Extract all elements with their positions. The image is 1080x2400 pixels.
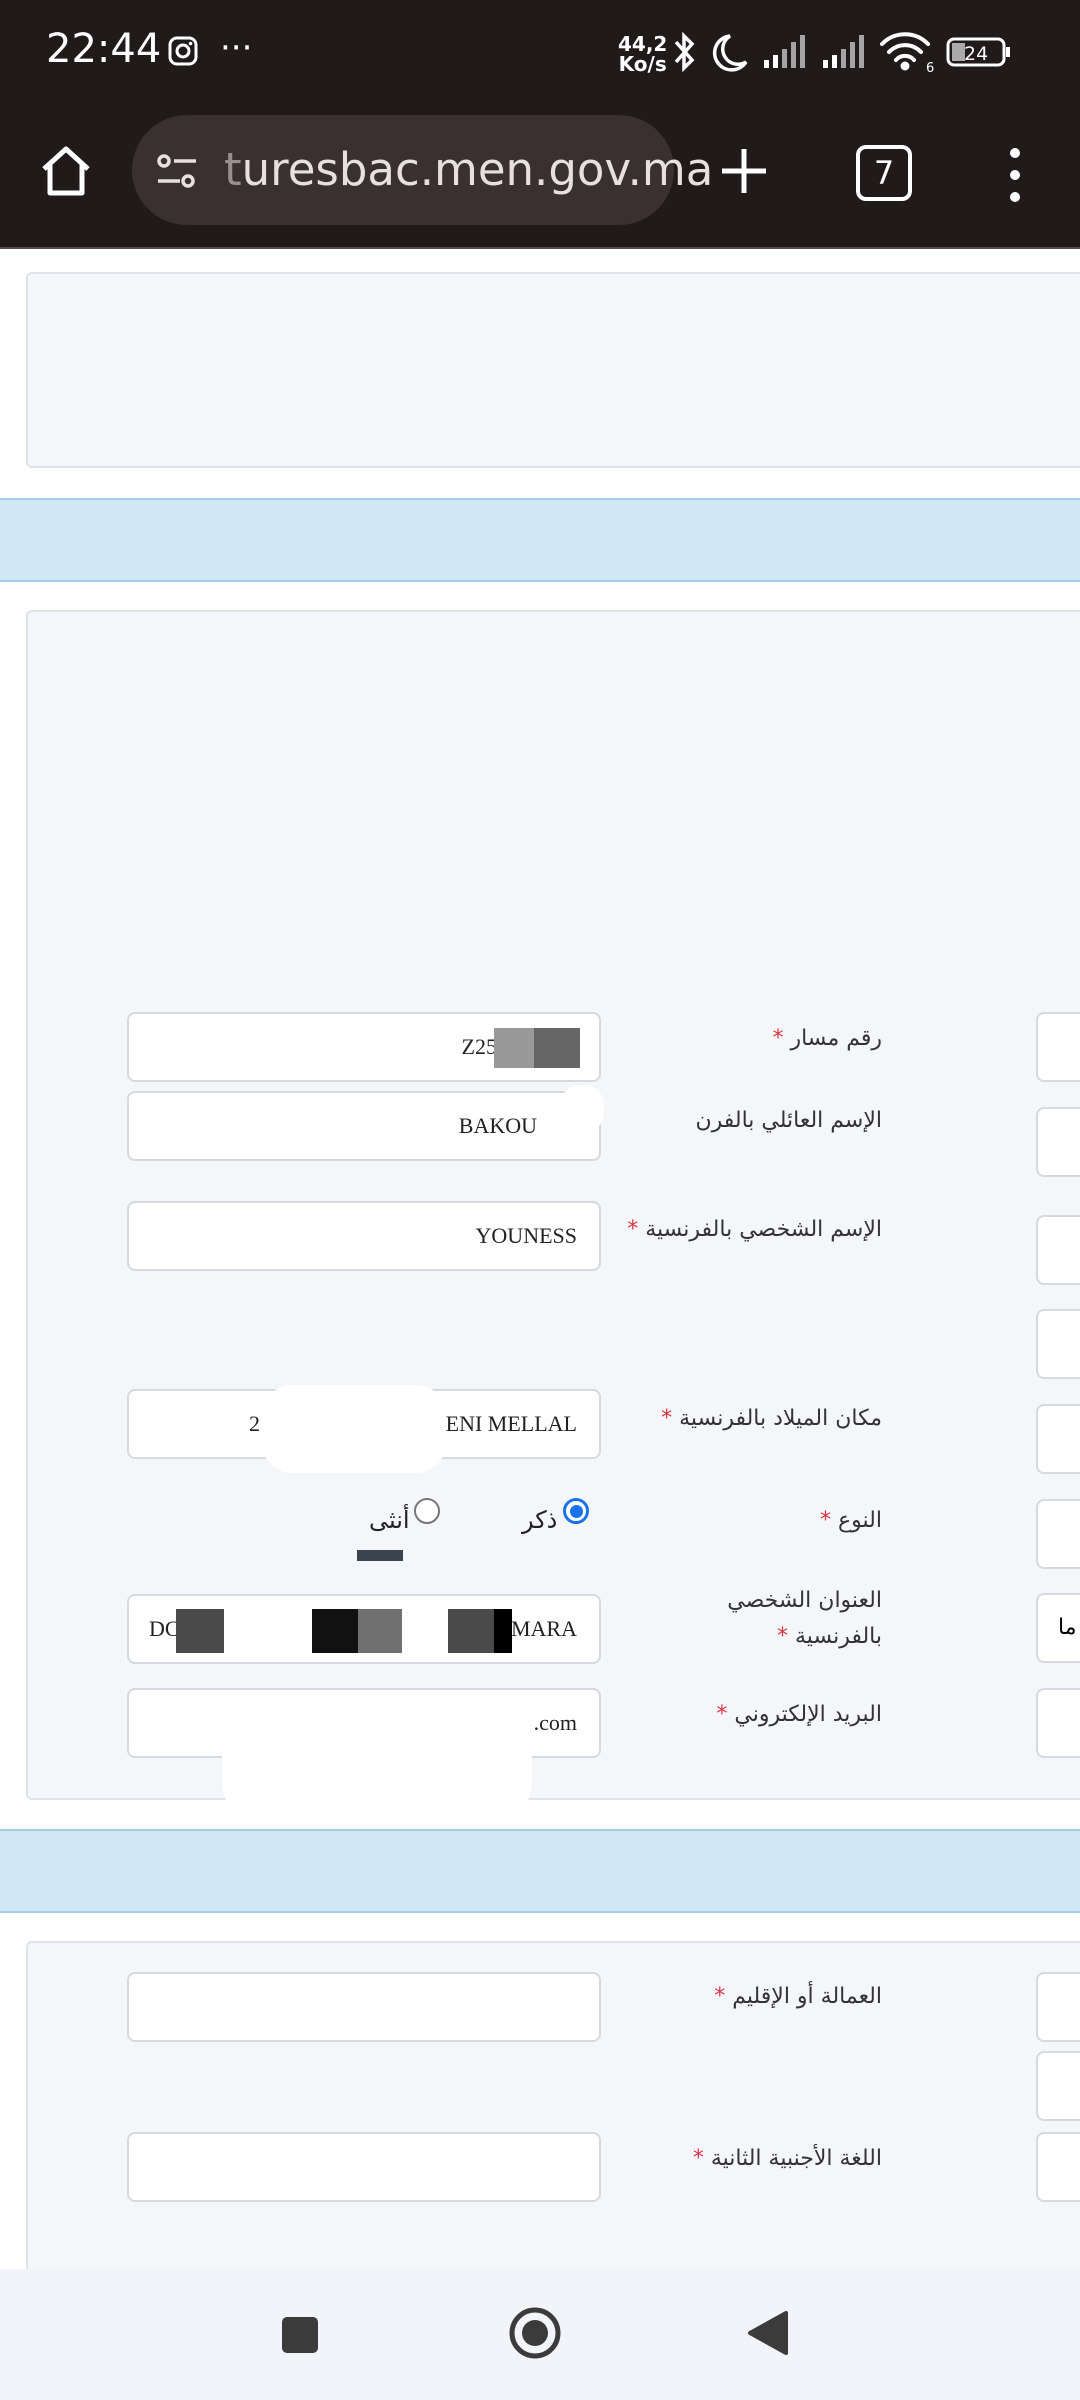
more-menu-icon[interactable] [1000, 145, 1030, 205]
gender-label: النوع * [820, 1508, 882, 1533]
back-nav-icon[interactable] [746, 2309, 790, 2357]
page-content: رقم مسار * Z25 الإسم العائلي بالفرن BAKO… [0, 249, 1080, 2269]
side-input[interactable] [1036, 1688, 1080, 1758]
side-input[interactable] [1036, 2051, 1080, 2121]
redaction-block [494, 1028, 534, 1068]
side-input[interactable] [1036, 2132, 1080, 2202]
province-label: العمالة أو الإقليم * [714, 1984, 882, 2009]
browser-toolbar: turesbac.men.gov.ma 7 [0, 105, 1080, 249]
second-language-label: اللغة الأجنبية الثانية * [692, 2146, 882, 2171]
redaction-blur [560, 1085, 604, 1133]
redaction-block [357, 1550, 403, 1561]
side-input[interactable] [1036, 1972, 1080, 2042]
home-nav-icon[interactable] [508, 2306, 562, 2360]
clock: 22:44 [46, 26, 162, 72]
last-name-input[interactable]: BAKOU [127, 1091, 601, 1161]
home-icon[interactable] [36, 141, 96, 201]
wifi-badge: 6 [926, 61, 934, 74]
redaction-block [534, 1028, 580, 1068]
signal-icon-1 [764, 35, 805, 68]
second-language-input[interactable] [127, 2132, 601, 2202]
redaction-blur [262, 1385, 446, 1473]
side-input[interactable] [1036, 1404, 1080, 1474]
gender-male-label[interactable]: ذكر [522, 1506, 557, 1534]
top-card [26, 272, 1080, 468]
network-speed: 44,2 Ko/s [618, 32, 668, 76]
gender-male-radio[interactable] [563, 1498, 589, 1524]
recents-button[interactable] [282, 2317, 318, 2353]
side-input[interactable] [1036, 1499, 1080, 1569]
massar-label: رقم مسار * [772, 1026, 882, 1051]
side-input[interactable]: ما [1036, 1593, 1080, 1663]
side-input[interactable] [1036, 1215, 1080, 1285]
battery-icon: 24 [946, 37, 1010, 67]
redaction-blocks [176, 1609, 512, 1653]
province-input[interactable] [127, 1972, 601, 2042]
side-input[interactable] [1036, 1107, 1080, 1177]
tab-switcher-button[interactable]: 7 [856, 145, 912, 201]
moon-icon [712, 34, 748, 72]
birthplace-label: مكان الميلاد بالفرنسية * [661, 1406, 882, 1431]
system-navigation-bar [0, 2269, 1080, 2400]
address-label: العنوان الشخصي بالفرنسية * [727, 1588, 882, 1649]
redaction-blur [222, 1693, 532, 1831]
status-bar: 22:44 ··· 44,2 Ko/s 6 24 [0, 0, 1080, 105]
site-settings-icon[interactable] [154, 151, 200, 191]
instagram-icon [168, 36, 198, 66]
address-bar[interactable]: turesbac.men.gov.ma [132, 115, 713, 225]
side-input[interactable] [1036, 1309, 1080, 1379]
gender-female-radio[interactable] [414, 1498, 440, 1524]
first-name-input[interactable]: YOUNESS [127, 1201, 601, 1271]
gender-female-label[interactable]: أنثى [369, 1506, 410, 1534]
first-name-label: الإسم الشخصي بالفرنسية * [627, 1217, 882, 1242]
status-icons: 6 24 [674, 31, 1010, 74]
section-header [0, 1829, 1080, 1913]
more-notifications-icon: ··· [220, 28, 253, 68]
new-tab-icon[interactable] [712, 139, 776, 203]
url-text[interactable]: turesbac.men.gov.ma [224, 143, 713, 196]
bluetooth-icon [674, 31, 695, 73]
last-name-label: الإسم العائلي بالفرن [695, 1108, 882, 1133]
signal-icon-2 [823, 35, 864, 68]
wifi-icon [880, 32, 930, 71]
email-label: البريد الإلكتروني * [716, 1702, 882, 1727]
battery-level: 24 [964, 43, 988, 65]
section-header [0, 498, 1080, 582]
side-input[interactable] [1036, 1012, 1080, 1082]
